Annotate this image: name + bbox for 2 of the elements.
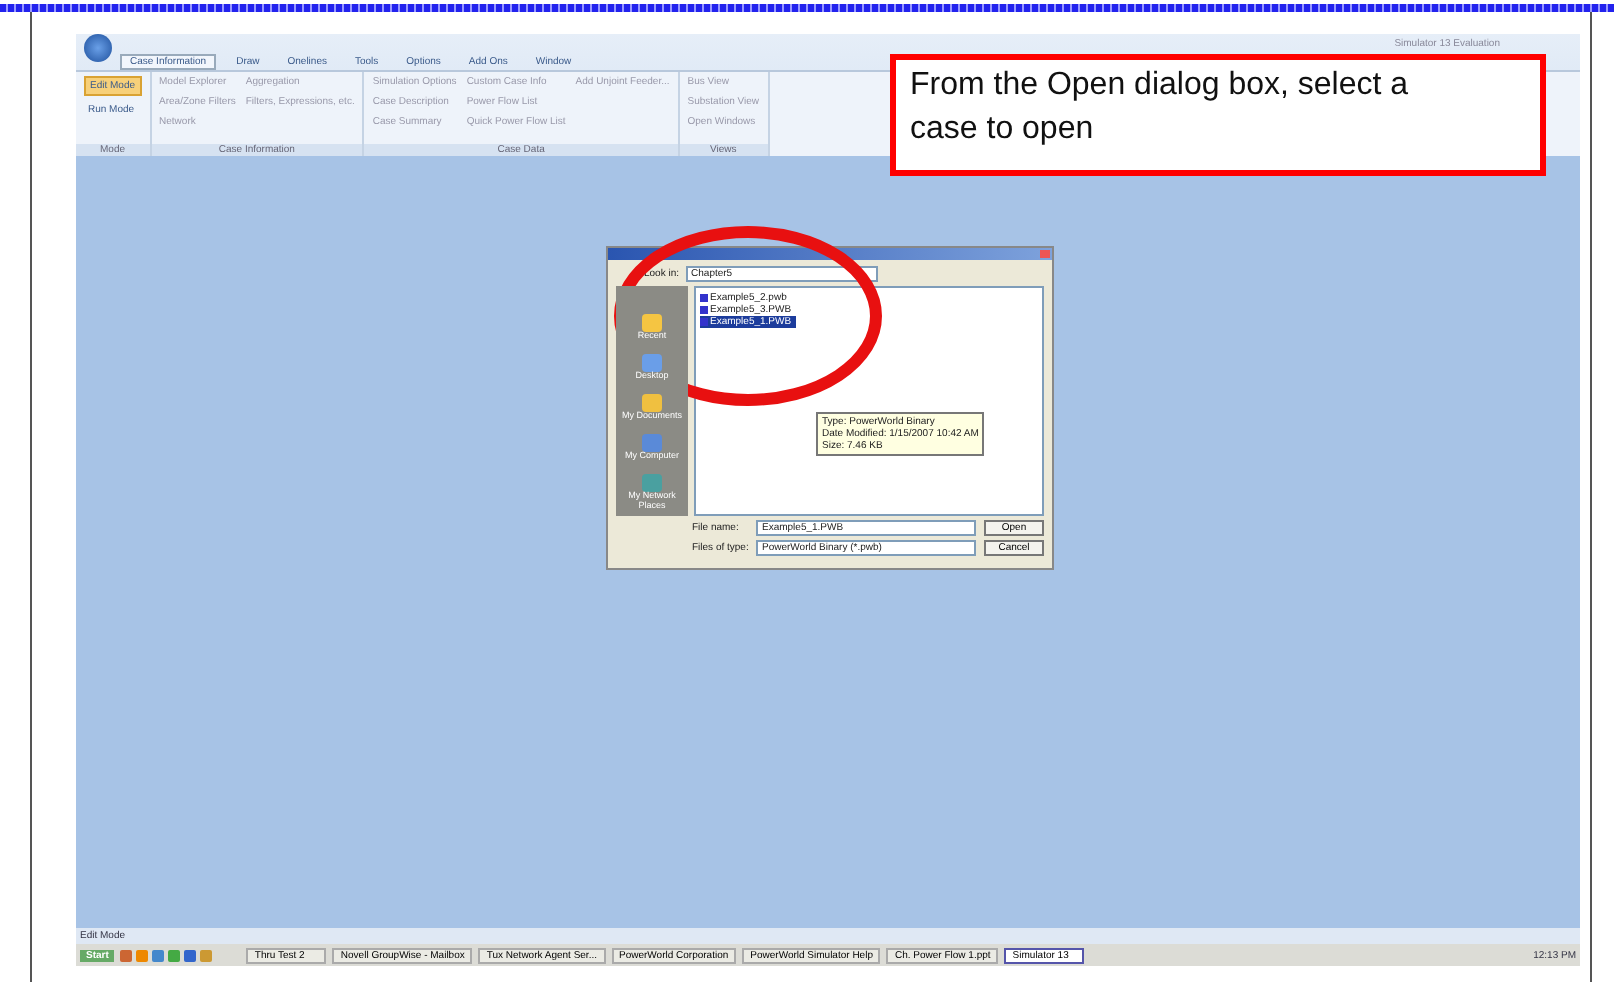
app-menu-icon[interactable] [84, 34, 112, 62]
callout-text: From the Open dialog box, select a case to open [890, 54, 1546, 176]
